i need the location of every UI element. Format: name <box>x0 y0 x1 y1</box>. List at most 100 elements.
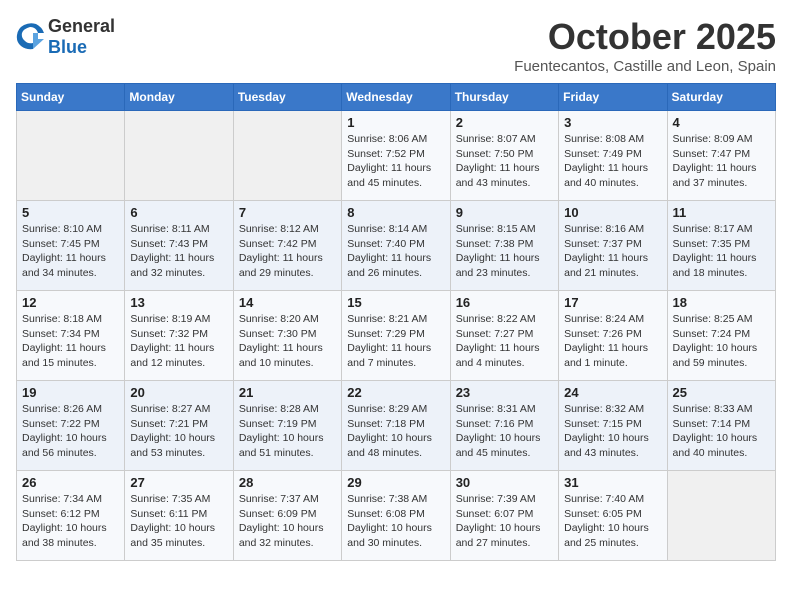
day-number: 10 <box>564 205 661 220</box>
day-number: 16 <box>456 295 553 310</box>
page-header: General Blue October 2025 Fuentecantos, … <box>16 16 776 75</box>
calendar-cell <box>667 471 775 561</box>
calendar-cell: 6 Sunrise: 8:11 AM Sunset: 7:43 PM Daylig… <box>125 201 233 291</box>
day-number: 31 <box>564 475 661 490</box>
day-info: Sunrise: 7:37 AM Sunset: 6:09 PM Dayligh… <box>239 492 336 551</box>
weekday-header-monday: Monday <box>125 84 233 111</box>
day-number: 14 <box>239 295 336 310</box>
day-number: 1 <box>347 115 444 130</box>
day-info: Sunrise: 8:09 AM Sunset: 7:47 PM Dayligh… <box>673 132 770 191</box>
logo-blue: Blue <box>48 37 87 57</box>
day-number: 5 <box>22 205 119 220</box>
calendar-cell: 4Sunrise: 8:09 AM Sunset: 7:47 PM Daylig… <box>667 111 775 201</box>
calendar-cell: 30 Sunrise: 7:39 AM Sunset: 6:07 PM Dayli… <box>450 471 558 561</box>
calendar-cell: 10Sunrise: 8:16 AM Sunset: 7:37 PM Dayli… <box>559 201 667 291</box>
day-number: 15 <box>347 295 444 310</box>
day-number: 6 <box>130 205 227 220</box>
day-info: Sunrise: 8:22 AM Sunset: 7:27 PM Dayligh… <box>456 312 553 371</box>
day-info: Sunrise: 8:07 AM Sunset: 7:50 PM Dayligh… <box>456 132 553 191</box>
day-info: Sunrise: 8:10 AM Sunset: 7:45 PM Dayligh… <box>22 222 119 281</box>
weekday-header-thursday: Thursday <box>450 84 558 111</box>
day-number: 19 <box>22 385 119 400</box>
month-title: October 2025 <box>514 16 776 58</box>
calendar-cell: 27Sunrise: 7:35 AM Sunset: 6:11 PM Dayli… <box>125 471 233 561</box>
calendar-cell: 5 Sunrise: 8:10 AM Sunset: 7:45 PM Daylig… <box>17 201 125 291</box>
title-section: October 2025 Fuentecantos, Castille and … <box>514 16 776 75</box>
day-number: 29 <box>347 475 444 490</box>
logo: General Blue <box>16 16 115 58</box>
calendar-cell: 21Sunrise: 8:28 AM Sunset: 7:19 PM Dayli… <box>233 381 341 471</box>
day-info: Sunrise: 8:15 AM Sunset: 7:38 PM Dayligh… <box>456 222 553 281</box>
day-number: 8 <box>347 205 444 220</box>
day-number: 7 <box>239 205 336 220</box>
calendar-cell: 25Sunrise: 8:33 AM Sunset: 7:14 PM Dayli… <box>667 381 775 471</box>
calendar-cell <box>125 111 233 201</box>
day-number: 28 <box>239 475 336 490</box>
calendar-cell: 16 Sunrise: 8:22 AM Sunset: 7:27 PM Dayli… <box>450 291 558 381</box>
day-number: 11 <box>673 205 770 220</box>
weekday-header-wednesday: Wednesday <box>342 84 450 111</box>
day-info: Sunrise: 7:35 AM Sunset: 6:11 PM Dayligh… <box>130 492 227 551</box>
calendar-cell: 9Sunrise: 8:15 AM Sunset: 7:38 PM Daylig… <box>450 201 558 291</box>
day-number: 25 <box>673 385 770 400</box>
day-number: 18 <box>673 295 770 310</box>
day-number: 30 <box>456 475 553 490</box>
calendar-week-row: 1Sunrise: 8:06 AM Sunset: 7:52 PM Daylig… <box>17 111 776 201</box>
day-info: Sunrise: 8:26 AM Sunset: 7:22 PM Dayligh… <box>22 402 119 461</box>
calendar-cell: 23 Sunrise: 8:31 AM Sunset: 7:16 PM Dayli… <box>450 381 558 471</box>
day-number: 2 <box>456 115 553 130</box>
calendar-cell: 29 Sunrise: 7:38 AM Sunset: 6:08 PM Dayli… <box>342 471 450 561</box>
day-info: Sunrise: 8:29 AM Sunset: 7:18 PM Dayligh… <box>347 402 444 461</box>
calendar-cell <box>17 111 125 201</box>
calendar-cell: 3 Sunrise: 8:08 AM Sunset: 7:49 PM Daylig… <box>559 111 667 201</box>
weekday-header-saturday: Saturday <box>667 84 775 111</box>
weekday-header-row: SundayMondayTuesdayWednesdayThursdayFrid… <box>17 84 776 111</box>
calendar-week-row: 12 Sunrise: 8:18 AM Sunset: 7:34 PM Dayli… <box>17 291 776 381</box>
day-info: Sunrise: 8:20 AM Sunset: 7:30 PM Dayligh… <box>239 312 336 371</box>
weekday-header-sunday: Sunday <box>17 84 125 111</box>
day-info: Sunrise: 8:11 AM Sunset: 7:43 PM Dayligh… <box>130 222 227 281</box>
logo-icon <box>16 23 44 51</box>
logo-text: General Blue <box>48 16 115 58</box>
calendar-cell: 24Sunrise: 8:32 AM Sunset: 7:15 PM Dayli… <box>559 381 667 471</box>
day-number: 26 <box>22 475 119 490</box>
day-info: Sunrise: 7:38 AM Sunset: 6:08 PM Dayligh… <box>347 492 444 551</box>
calendar-cell: 8 Sunrise: 8:14 AM Sunset: 7:40 PM Daylig… <box>342 201 450 291</box>
calendar-cell: 18 Sunrise: 8:25 AM Sunset: 7:24 PM Dayli… <box>667 291 775 381</box>
calendar-cell: 7 Sunrise: 8:12 AM Sunset: 7:42 PM Daylig… <box>233 201 341 291</box>
day-info: Sunrise: 8:28 AM Sunset: 7:19 PM Dayligh… <box>239 402 336 461</box>
calendar-cell: 1Sunrise: 8:06 AM Sunset: 7:52 PM Daylig… <box>342 111 450 201</box>
calendar-cell: 20Sunrise: 8:27 AM Sunset: 7:21 PM Dayli… <box>125 381 233 471</box>
calendar-cell: 26 Sunrise: 7:34 AM Sunset: 6:12 PM Dayli… <box>17 471 125 561</box>
day-info: Sunrise: 8:31 AM Sunset: 7:16 PM Dayligh… <box>456 402 553 461</box>
calendar-cell: 17 Sunrise: 8:24 AM Sunset: 7:26 PM Dayli… <box>559 291 667 381</box>
day-info: Sunrise: 8:08 AM Sunset: 7:49 PM Dayligh… <box>564 132 661 191</box>
calendar-cell <box>233 111 341 201</box>
calendar-cell: 28 Sunrise: 7:37 AM Sunset: 6:09 PM Dayli… <box>233 471 341 561</box>
day-number: 20 <box>130 385 227 400</box>
day-info: Sunrise: 8:25 AM Sunset: 7:24 PM Dayligh… <box>673 312 770 371</box>
weekday-header-friday: Friday <box>559 84 667 111</box>
day-info: Sunrise: 8:14 AM Sunset: 7:40 PM Dayligh… <box>347 222 444 281</box>
day-info: Sunrise: 8:12 AM Sunset: 7:42 PM Dayligh… <box>239 222 336 281</box>
calendar-week-row: 5 Sunrise: 8:10 AM Sunset: 7:45 PM Daylig… <box>17 201 776 291</box>
day-number: 12 <box>22 295 119 310</box>
day-number: 24 <box>564 385 661 400</box>
day-number: 17 <box>564 295 661 310</box>
day-number: 23 <box>456 385 553 400</box>
calendar-cell: 15Sunrise: 8:21 AM Sunset: 7:29 PM Dayli… <box>342 291 450 381</box>
day-info: Sunrise: 8:18 AM Sunset: 7:34 PM Dayligh… <box>22 312 119 371</box>
logo-general: General <box>48 16 115 36</box>
weekday-header-tuesday: Tuesday <box>233 84 341 111</box>
day-info: Sunrise: 7:39 AM Sunset: 6:07 PM Dayligh… <box>456 492 553 551</box>
day-info: Sunrise: 7:34 AM Sunset: 6:12 PM Dayligh… <box>22 492 119 551</box>
calendar-cell: 19 Sunrise: 8:26 AM Sunset: 7:22 PM Dayli… <box>17 381 125 471</box>
day-info: Sunrise: 8:17 AM Sunset: 7:35 PM Dayligh… <box>673 222 770 281</box>
calendar-cell: 2 Sunrise: 8:07 AM Sunset: 7:50 PM Daylig… <box>450 111 558 201</box>
calendar-week-row: 26 Sunrise: 7:34 AM Sunset: 6:12 PM Dayli… <box>17 471 776 561</box>
calendar-cell: 31Sunrise: 7:40 AM Sunset: 6:05 PM Dayli… <box>559 471 667 561</box>
day-number: 22 <box>347 385 444 400</box>
day-info: Sunrise: 8:24 AM Sunset: 7:26 PM Dayligh… <box>564 312 661 371</box>
calendar-table: SundayMondayTuesdayWednesdayThursdayFrid… <box>16 83 776 561</box>
day-number: 3 <box>564 115 661 130</box>
